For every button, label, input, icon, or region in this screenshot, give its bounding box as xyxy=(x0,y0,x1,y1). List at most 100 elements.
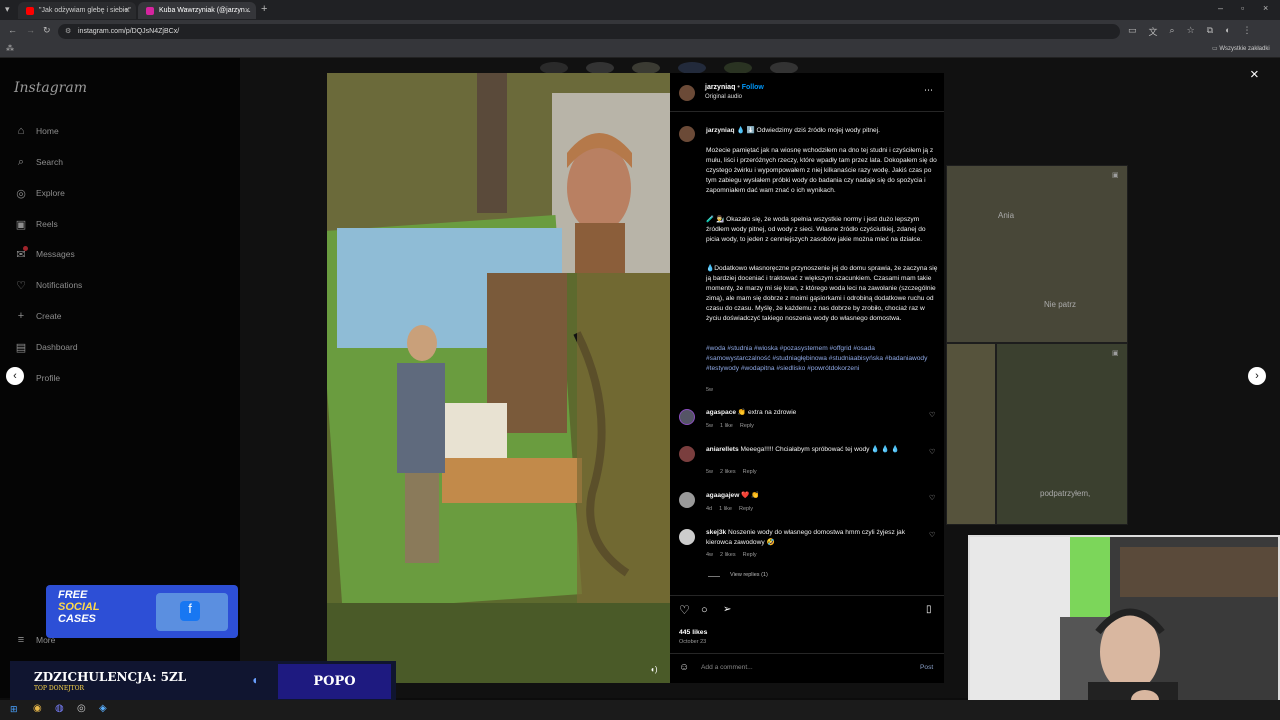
sidebar-item-notifications[interactable]: ♡ Notifications xyxy=(14,276,82,294)
close-icon[interactable]: × xyxy=(125,5,130,15)
audio-label[interactable]: Original audio xyxy=(705,94,742,100)
site-info-icon[interactable]: ⚙ xyxy=(65,27,71,35)
sidebar-item-reels[interactable]: ▣ Reels xyxy=(14,215,58,233)
apps-icon[interactable]: ⁂ xyxy=(6,44,14,53)
chrome-icon[interactable]: ◉ xyxy=(33,703,42,714)
cast-icon[interactable]: ▭ xyxy=(1128,25,1137,37)
comment-like-icon[interactable]: ♡ xyxy=(929,494,935,502)
os-taskbar: ⊞ ◉ ◍ ◎ ◈ xyxy=(0,700,1280,720)
comment-likes[interactable]: 2 likes xyxy=(720,552,736,558)
comment-bubble-icon[interactable]: ○ xyxy=(701,604,708,616)
comment-avatar[interactable] xyxy=(679,492,695,508)
facebook-icon: f xyxy=(180,601,200,621)
comment-username[interactable]: aniarellets xyxy=(706,446,739,453)
tab-title: Kuba Wawrzyniak (@jarzyn... xyxy=(159,7,251,14)
search-icon: ⌕ xyxy=(17,155,25,168)
likes-count[interactable]: 445 likes xyxy=(679,629,707,636)
reply-button[interactable]: Reply xyxy=(743,469,757,475)
comment-likes[interactable]: 1 like xyxy=(720,423,733,429)
comment-avatar[interactable] xyxy=(679,409,695,425)
obs-icon[interactable]: ◎ xyxy=(77,703,86,714)
comment-age: 4w xyxy=(706,552,714,558)
sidebar-item-label: Profile xyxy=(36,373,61,383)
comment-username[interactable]: agaagajew xyxy=(706,492,739,499)
translate-icon[interactable]: 文 xyxy=(1149,25,1158,37)
post-video[interactable]: ◖) xyxy=(327,73,670,683)
sidebar-item-explore[interactable]: ◎ Explore xyxy=(14,184,65,202)
comment-username[interactable]: agaspace xyxy=(706,409,736,416)
browser-tab-youtube[interactable]: "Jak odżywiam glebę i siebie" × xyxy=(18,2,136,19)
windows-start-icon[interactable]: ⊞ xyxy=(10,704,18,715)
feed-thumb[interactable] xyxy=(946,343,996,525)
tab-search-icon[interactable]: ▾ xyxy=(5,4,10,15)
url-field[interactable]: ⚙ instagram.com/p/DQJsN4ZjBCx/ xyxy=(58,24,1120,39)
comment-like-icon[interactable]: ♡ xyxy=(929,411,935,419)
sidebar-item-home[interactable]: ⌂ Home xyxy=(14,122,59,140)
maximize-icon[interactable]: ▫ xyxy=(1241,3,1244,13)
comment-username[interactable]: skej3k xyxy=(706,529,726,536)
extensions-icon[interactable]: ⧉ xyxy=(1207,25,1213,37)
forward-icon[interactable]: → xyxy=(26,25,35,35)
previous-post-button[interactable]: ‹ xyxy=(6,367,24,385)
sidebar-item-search[interactable]: ⌕ Search xyxy=(14,153,63,171)
next-post-button[interactable]: › xyxy=(1248,367,1266,385)
mute-icon[interactable]: ◖) xyxy=(650,665,658,674)
comment-likes[interactable]: 2 likes xyxy=(720,469,736,475)
comment-meta: 4d 1 like Reply xyxy=(706,506,753,512)
menu-icon[interactable]: ⋮ xyxy=(1243,25,1252,37)
more-options-icon[interactable]: ⋯ xyxy=(924,85,933,96)
zoom-icon[interactable]: ⌕ xyxy=(1170,25,1175,37)
back-icon[interactable]: ← xyxy=(8,25,17,35)
emoji-icon[interactable]: ☺ xyxy=(679,662,689,673)
all-bookmarks-link[interactable]: ▭ Wszystkie zakładki xyxy=(1212,45,1270,52)
overlay-caption: Ania xyxy=(998,211,1015,220)
comment-body: 👏 extra na zdrowie xyxy=(737,409,797,416)
view-replies-button[interactable]: View replies (1) xyxy=(730,572,768,578)
all-bookmarks-label: Wszystkie zakładki xyxy=(1219,46,1270,52)
share-send-icon[interactable]: ➢ xyxy=(723,604,731,615)
comment-avatar[interactable] xyxy=(679,446,695,462)
instagram-logo[interactable]: Instagram xyxy=(14,80,87,96)
comment-age: 5w xyxy=(706,423,714,429)
follow-button[interactable]: Follow xyxy=(742,84,764,91)
post-comment-button[interactable]: Post xyxy=(920,664,933,671)
caption-age: 5w xyxy=(706,387,714,393)
sidebar-item-dashboard[interactable]: ▤ Dashboard xyxy=(14,338,78,356)
reels-icon: ▣ xyxy=(15,218,27,231)
caption-intro-text: 💧 ⬇️ Odwiedzimy dziś źródło mojej wody p… xyxy=(736,127,881,134)
reply-button[interactable]: Reply xyxy=(743,552,757,558)
comment-avatar[interactable] xyxy=(679,529,695,545)
sidebar-item-create[interactable]: + Create xyxy=(14,307,62,325)
overlay-caption: podpatrzyłem, xyxy=(1040,489,1091,498)
window-close-icon[interactable]: × xyxy=(1263,3,1268,13)
author-username[interactable]: jarzyniaq xyxy=(705,84,735,91)
comment-likes[interactable]: 1 like xyxy=(719,506,732,512)
reply-button[interactable]: Reply xyxy=(740,423,754,429)
profile-avatar-icon[interactable]: ◐ xyxy=(1225,25,1230,37)
browser-tab-instagram[interactable]: Kuba Wawrzyniak (@jarzyn... × xyxy=(138,2,256,19)
caption-avatar[interactable] xyxy=(679,126,695,142)
caption-username[interactable]: jarzyniaq xyxy=(706,127,735,134)
author-avatar[interactable] xyxy=(679,85,695,101)
feed-thumb[interactable] xyxy=(946,165,1128,343)
close-modal-icon[interactable]: × xyxy=(1250,66,1259,83)
post-video-frame xyxy=(327,73,670,683)
chevron-left-icon: ‹ xyxy=(13,370,17,382)
steam-icon[interactable]: ◈ xyxy=(99,703,107,714)
save-bookmark-icon[interactable]: ▯ xyxy=(926,604,932,615)
minimize-icon[interactable]: – xyxy=(1218,3,1223,13)
reply-button[interactable]: Reply xyxy=(739,506,753,512)
comment-input[interactable]: Add a comment... xyxy=(701,664,753,671)
bookmark-star-icon[interactable]: ☆ xyxy=(1187,25,1195,37)
comment-like-icon[interactable]: ♡ xyxy=(929,448,935,456)
discord-icon[interactable]: ◍ xyxy=(55,703,64,714)
like-heart-icon[interactable]: ♡ xyxy=(679,603,690,617)
new-tab-icon[interactable]: + xyxy=(261,3,267,15)
sidebar-item-label: Search xyxy=(36,157,63,167)
promo-line: CASES xyxy=(58,613,96,625)
separator-dot: • xyxy=(737,84,740,91)
hashtags[interactable]: #woda #studnia #wioska #pozasystemem #of… xyxy=(706,344,938,374)
comment-like-icon[interactable]: ♡ xyxy=(929,531,935,539)
reload-icon[interactable]: ↻ xyxy=(43,25,51,36)
close-icon[interactable]: × xyxy=(245,5,250,15)
